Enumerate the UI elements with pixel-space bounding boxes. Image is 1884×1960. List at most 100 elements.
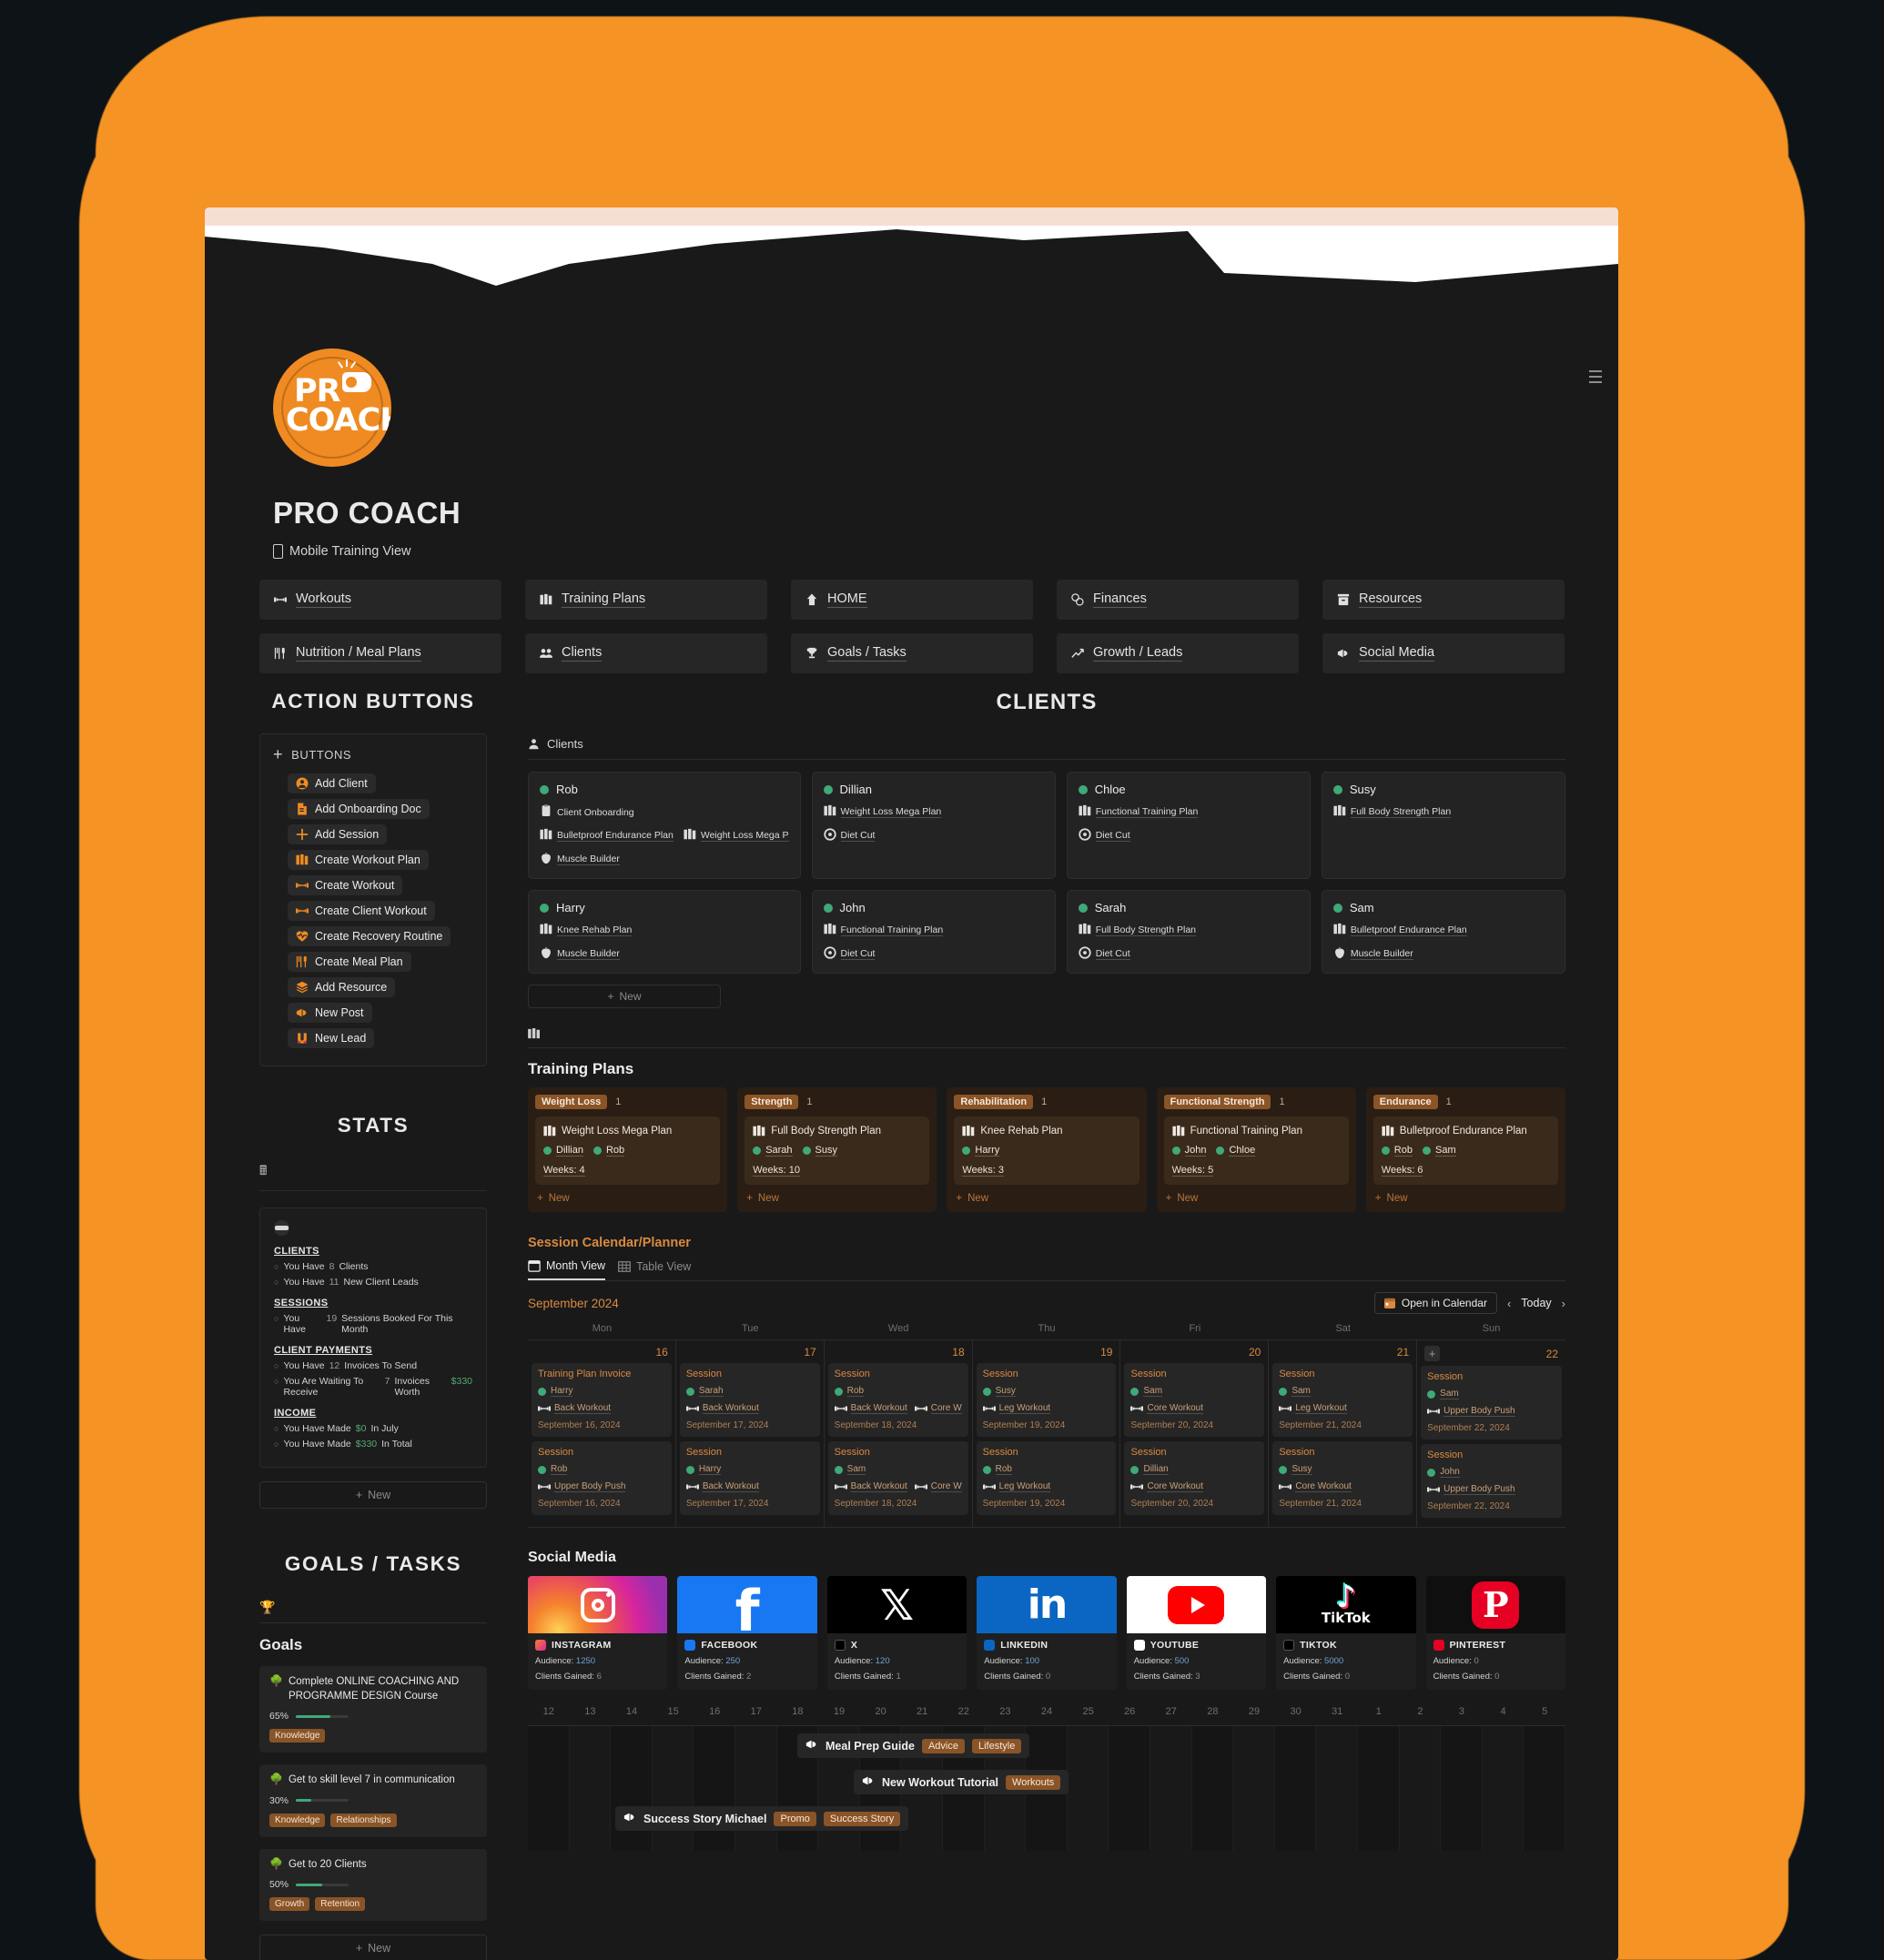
- training-plan-card[interactable]: Functional Training Plan John Chloe Weeks: …: [1163, 1116, 1349, 1185]
- social-card[interactable]: P PINTEREST Audience: 0 Clients Gained: 0: [1425, 1576, 1565, 1690]
- calendar-cell[interactable]: 16 Training Plan Invoice Harry Back Workout…: [528, 1340, 676, 1528]
- goal-card[interactable]: 🌳 Get to 20 Clients 50% Growth Retention: [259, 1848, 487, 1922]
- calendar-tab-month-view[interactable]: Month View: [528, 1259, 606, 1280]
- training-plan-card[interactable]: Full Body Strength Plan Sarah Susy Weeks: 1…: [744, 1116, 930, 1185]
- client-card[interactable]: Rob Client Onboarding Bulletproof Enduranc…: [528, 772, 801, 879]
- client-attribute-label: Muscle Builder: [1350, 948, 1413, 960]
- board-new-button[interactable]: + New: [535, 1193, 720, 1204]
- clients-database-label[interactable]: Clients: [528, 737, 1565, 751]
- client-attribute: Muscle Builder: [540, 946, 620, 962]
- training-plan-card[interactable]: Bulletproof Endurance Plan Rob Sam Weeks: 6: [1372, 1116, 1558, 1185]
- social-badge-icon: [535, 1640, 546, 1651]
- nav-item-training-plans[interactable]: Training Plans: [525, 580, 767, 620]
- client-card[interactable]: Chloe Functional Training Plan Diet Cut: [1066, 772, 1311, 879]
- goal-card[interactable]: 🌳 Get to skill level 7 in communication 30…: [259, 1764, 487, 1837]
- calendar-event[interactable]: Session Harry Back Workout September 17, 20…: [679, 1441, 820, 1515]
- timeline-day: 12: [542, 1706, 554, 1717]
- client-card[interactable]: Harry Knee Rehab Plan Muscle Builder: [528, 890, 801, 974]
- action-button-add-session[interactable]: Add Session: [288, 824, 388, 844]
- action-button-add-resource[interactable]: Add Resource: [288, 977, 396, 997]
- board-new-label: New: [967, 1193, 989, 1204]
- action-button-add-onboarding-doc[interactable]: Add Onboarding Doc: [288, 799, 430, 819]
- client-card[interactable]: Susy Full Body Strength Plan: [1321, 772, 1565, 879]
- calendar-cell[interactable]: 21 Session Sam Leg Workout September 21, 202…: [1269, 1340, 1418, 1528]
- calendar-cell[interactable]: 20 Session Sam Core Workout September 20, 20…: [1120, 1340, 1270, 1528]
- calendar-cell[interactable]: +22 Session Sam Upper Body Push September 22…: [1417, 1340, 1565, 1528]
- nav-item-home[interactable]: HOME: [791, 580, 1033, 620]
- add-event-icon[interactable]: +: [1424, 1346, 1441, 1361]
- calendar-event[interactable]: Session Rob Leg Workout September 19, 2024: [976, 1441, 1117, 1515]
- social-card[interactable]: 𝕏 X Audience: 120 Clients Gained: 1: [826, 1576, 967, 1690]
- action-button-create-recovery-routine[interactable]: Create Recovery Routine: [288, 926, 451, 946]
- board-column-tag: Rehabilitation: [954, 1095, 1034, 1109]
- social-card[interactable]: YOUTUBE Audience: 500 Clients Gained: 3: [1126, 1576, 1267, 1690]
- today-button[interactable]: Today: [1521, 1297, 1551, 1309]
- calendar-cell[interactable]: 19 Session Susy Leg Workout September 19, 20…: [972, 1340, 1121, 1528]
- board-new-button[interactable]: + New: [954, 1193, 1139, 1204]
- client-attribute: Bulletproof Endurance Plan: [1333, 923, 1467, 938]
- board-new-button[interactable]: + New: [744, 1193, 929, 1204]
- calendar-event-title: Session: [685, 1447, 722, 1458]
- action-button-new-lead[interactable]: New Lead: [288, 1028, 375, 1048]
- social-platform-name: INSTAGRAM: [552, 1640, 612, 1651]
- action-button-create-workout-plan[interactable]: Create Workout Plan: [288, 850, 429, 870]
- social-card[interactable]: INSTAGRAM Audience: 1250 Clients Gained: 6: [528, 1576, 668, 1690]
- chevron-left-icon[interactable]: ‹: [1507, 1297, 1511, 1310]
- action-button-create-client-workout[interactable]: Create Client Workout: [288, 901, 435, 921]
- board-new-button[interactable]: + New: [1164, 1193, 1349, 1204]
- calendar-event[interactable]: Session Rob Upper Body Push September 16, 2…: [532, 1441, 672, 1515]
- calendar-tab-table-view[interactable]: Table View: [618, 1259, 691, 1280]
- client-card[interactable]: Dillian Weight Loss Mega Plan Diet Cut: [811, 772, 1056, 879]
- training-plan-card[interactable]: Knee Rehab Plan Harry Weeks: 3: [954, 1116, 1140, 1185]
- plus-icon[interactable]: +: [273, 746, 283, 763]
- whistle-icon: [342, 372, 371, 392]
- board-new-button[interactable]: + New: [1373, 1193, 1558, 1204]
- stat-line: ○ You Have Made $330 In Total: [274, 1439, 412, 1450]
- action-button-create-workout[interactable]: Create Workout: [288, 875, 403, 895]
- social-card[interactable]: ♪ TikTok TIKTOK Audience: 5000 Clients Gaine…: [1276, 1576, 1416, 1690]
- calendar-event[interactable]: Session Dillian Core Workout September 20, …: [1124, 1441, 1265, 1515]
- stats-new-button[interactable]: + New: [259, 1481, 487, 1509]
- training-plan-person: Dillian: [543, 1145, 583, 1157]
- training-plan-card[interactable]: Weight Loss Mega Plan Dillian Rob Weeks: 4: [535, 1116, 721, 1185]
- calendar-event[interactable]: Session Susy Leg Workout September 19, 2024: [976, 1363, 1117, 1437]
- chevron-right-icon[interactable]: ›: [1562, 1297, 1565, 1310]
- calendar-event[interactable]: Session John Upper Body Push September 22, …: [1421, 1444, 1562, 1518]
- action-button-add-client[interactable]: Add Client: [288, 773, 376, 793]
- nav-item-finances[interactable]: Finances: [1057, 580, 1299, 620]
- calendar-cell[interactable]: 17 Session Sarah Back Workout September 17, …: [675, 1340, 825, 1528]
- training-plan-name: Knee Rehab Plan: [980, 1126, 1063, 1137]
- client-card[interactable]: John Functional Training Plan Diet Cut: [811, 890, 1056, 974]
- calendar-event[interactable]: Session Susy Core Workout September 21, 202…: [1272, 1441, 1413, 1515]
- clients-new-button[interactable]: + New: [528, 985, 721, 1008]
- book-icon: [684, 828, 696, 840]
- client-card[interactable]: Sarah Full Body Strength Plan Diet Cut: [1066, 890, 1311, 974]
- nav-item-resources[interactable]: Resources: [1322, 580, 1565, 620]
- action-button-label: Add Session: [315, 828, 380, 841]
- calendar-event-date: September 18, 2024: [834, 1420, 917, 1430]
- social-card[interactable]: in LINKEDIN Audience: 100 Clients Gained: 0: [977, 1576, 1117, 1690]
- goal-card[interactable]: 🌳 Complete ONLINE COACHING AND PROGRAMME …: [259, 1666, 487, 1753]
- timeline-post[interactable]: New Workout Tutorial Workouts: [854, 1770, 1069, 1794]
- calendar-event[interactable]: Session Sam Leg Workout September 21, 2024: [1272, 1363, 1413, 1437]
- calendar-event[interactable]: Session Sam Back Workout Core W September 18…: [827, 1441, 968, 1515]
- nav-item-workouts[interactable]: Workouts: [259, 580, 501, 620]
- timeline-day: 2: [1417, 1706, 1423, 1717]
- more-options-icon[interactable]: [1589, 367, 1602, 387]
- open-in-calendar-button[interactable]: Open in Calendar: [1373, 1292, 1497, 1314]
- calendar-event[interactable]: Session Sam Core Workout September 20, 2024: [1124, 1363, 1265, 1437]
- client-card[interactable]: Sam Bulletproof Endurance Plan Muscle Buil…: [1321, 890, 1565, 974]
- board-column-tag: Endurance: [1372, 1095, 1438, 1109]
- calendar-event[interactable]: Session Sarah Back Workout September 17, 20…: [679, 1363, 820, 1437]
- action-button-create-meal-plan[interactable]: Create Meal Plan: [288, 952, 411, 972]
- calendar-event-date: September 22, 2024: [1427, 1423, 1510, 1433]
- calendar-event[interactable]: Session Rob Back Workout Core W September 18…: [827, 1363, 968, 1437]
- calendar-cell[interactable]: 18 Session Rob Back Workout Core W September …: [824, 1340, 973, 1528]
- action-button-new-post[interactable]: New Post: [288, 1003, 372, 1023]
- timeline-post[interactable]: Meal Prep Guide Advice Lifestyle: [797, 1733, 1030, 1758]
- goals-new-button[interactable]: + New: [259, 1935, 487, 1960]
- calendar-event[interactable]: Training Plan Invoice Harry Back Workout Se…: [532, 1363, 672, 1437]
- social-card[interactable]: f FACEBOOK Audience: 250 Clients Gained: 2: [677, 1576, 817, 1690]
- timeline-post[interactable]: Success Story Michael Promo Success Story: [615, 1806, 909, 1831]
- calendar-event[interactable]: Session Sam Upper Body Push September 22, 2…: [1421, 1366, 1562, 1440]
